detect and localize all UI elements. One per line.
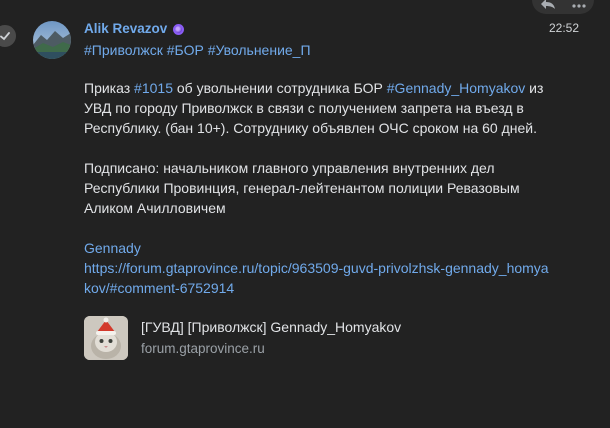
reply-icon[interactable]	[540, 0, 556, 10]
preview-thumbnail	[84, 316, 128, 360]
preview-title[interactable]: [ГУВД] [Приволжск] Gennady_Homyakov	[141, 317, 401, 337]
check-icon[interactable]	[0, 23, 18, 49]
avatar[interactable]	[33, 21, 71, 59]
employee-name-tag[interactable]: #Gennady_Homyakov	[387, 80, 526, 96]
message-actions-toolbar	[532, 0, 594, 14]
author-name[interactable]: Alik Revazov	[84, 19, 167, 39]
message-time: 22:52	[549, 21, 580, 35]
message-header: Alik Revazov	[84, 20, 554, 38]
order-number-tag[interactable]: #1015	[134, 80, 173, 96]
hashtag[interactable]: #Приволжск	[84, 42, 163, 58]
preview-text: [ГУВД] [Приволжск] Gennady_Homyakov foru…	[141, 317, 401, 359]
order-prefix: Приказ	[84, 80, 135, 96]
signed-paragraph: Подписано: начальником главного управлен…	[84, 160, 520, 216]
hashtag[interactable]: #Увольнение_П	[208, 42, 311, 58]
premium-badge-icon	[173, 23, 185, 35]
forum-url-link[interactable]: https://forum.gtaprovince.ru/topic/96350…	[84, 258, 554, 298]
hashtag[interactable]: #БОР	[167, 42, 204, 58]
links-block: Gennady https://forum.gtaprovince.ru/top…	[84, 238, 554, 298]
message-body: Приказ #1015 об увольнении сотрудника БО…	[84, 78, 554, 298]
preview-domain: forum.gtaprovince.ru	[141, 341, 265, 356]
message: Alik Revazov #Приволжск #БОР #Увольнение…	[84, 20, 554, 360]
hashtags: #Приволжск #БОР #Увольнение_П	[84, 40, 554, 60]
order-paragraph: Приказ #1015 об увольнении сотрудника БО…	[84, 78, 554, 138]
more-icon[interactable]	[571, 0, 587, 10]
link-preview[interactable]: [ГУВД] [Приволжск] Gennady_Homyakov foru…	[84, 316, 554, 360]
gennady-link[interactable]: Gennady	[84, 238, 554, 258]
order-middle: об увольнении сотрудника БОР	[172, 80, 387, 96]
